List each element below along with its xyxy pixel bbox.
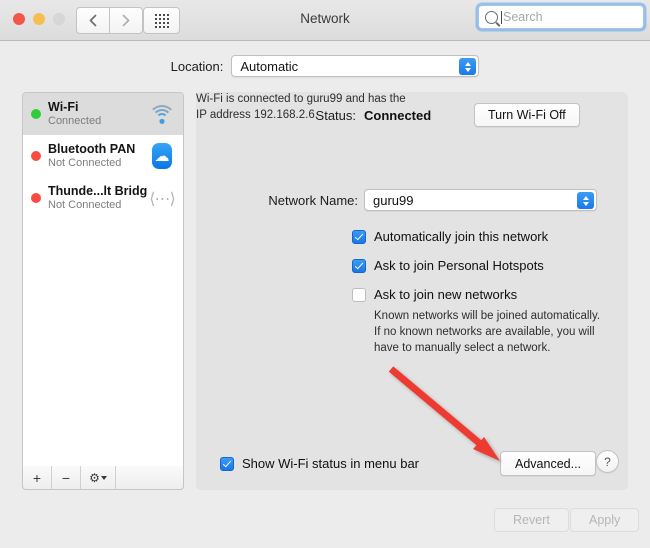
apply-button-label: Apply: [589, 513, 621, 527]
network-services-toolbar: + − ⚙: [22, 466, 184, 490]
revert-button-label: Revert: [513, 513, 550, 527]
status-value: Connected: [364, 108, 432, 123]
service-icon-slot: [147, 104, 177, 124]
checkbox-label: Show Wi-Fi status in menu bar: [242, 456, 420, 471]
network-services-list[interactable]: Wi-Fi Connected Bluetooth PAN Not Connec…: [22, 92, 184, 490]
toolbar-filler: [116, 466, 183, 489]
service-text: Thunde...lt Bridge Not Connected: [48, 184, 147, 212]
chevron-down-icon: [100, 475, 107, 480]
service-name: Wi-Fi: [48, 100, 79, 115]
checkbox-box-unchecked: [352, 288, 366, 302]
sidebar-item-wifi[interactable]: Wi-Fi Connected: [23, 93, 183, 135]
checkbox-label: Automatically join this network: [374, 229, 549, 244]
network-preferences-window: Network Search Location: Automatic Wi-Fi…: [0, 0, 650, 548]
advanced-button-label: Advanced...: [515, 456, 582, 471]
wifi-settings-panel: Status: Connected Wi-Fi is connected to …: [196, 92, 628, 490]
advanced-button[interactable]: Advanced...: [500, 451, 597, 476]
checkbox-ask-join-new-networks[interactable]: Ask to join new networks: [352, 287, 517, 303]
location-label: Location:: [170, 58, 224, 74]
service-icon-slot: ☁: [147, 143, 177, 169]
service-text: Wi-Fi Connected: [48, 100, 147, 128]
service-name: Bluetooth PAN: [48, 142, 136, 157]
thunderbolt-bridge-icon: ⟨⋯⟩: [149, 188, 175, 208]
turn-wifi-off-label: Turn Wi-Fi Off: [488, 108, 566, 122]
checkbox-auto-join-network[interactable]: Automatically join this network: [352, 229, 548, 245]
checkbox-label: Ask to join Personal Hotspots: [374, 258, 544, 273]
service-name: Thunde...lt Bridge: [48, 184, 147, 199]
checkbox-ask-join-personal-hotspots[interactable]: Ask to join Personal Hotspots: [352, 258, 544, 274]
checkbox-box-checked: [220, 457, 234, 471]
window-titlebar: Network Search: [0, 0, 650, 41]
network-name-value: guru99: [373, 192, 414, 208]
status-label: Status:: [315, 108, 356, 123]
location-dropdown[interactable]: Automatic: [231, 55, 480, 77]
text-cursor: [501, 10, 502, 24]
service-actions-button[interactable]: ⚙: [81, 466, 116, 489]
status-dot-disconnected: [31, 193, 41, 203]
add-service-button[interactable]: +: [23, 466, 52, 489]
minus-icon: −: [61, 469, 71, 486]
location-row: Location: Automatic: [0, 55, 650, 77]
network-name-label: Network Name:: [268, 193, 358, 208]
checkbox-show-wifi-status-menubar[interactable]: Show Wi-Fi status in menu bar: [220, 456, 419, 472]
service-status: Not Connected: [48, 198, 122, 211]
search-icon: [485, 10, 498, 24]
sidebar-item-bluetooth-pan[interactable]: Bluetooth PAN Not Connected ☁: [23, 135, 183, 177]
remove-service-button[interactable]: −: [52, 466, 81, 489]
service-status: Connected: [48, 114, 102, 127]
network-name-dropdown[interactable]: guru99: [364, 189, 597, 211]
search-field[interactable]: Search: [478, 5, 644, 29]
turn-wifi-off-button[interactable]: Turn Wi-Fi Off: [474, 103, 580, 127]
chevron-updown-icon: [577, 192, 594, 209]
status-dot-disconnected: [31, 151, 41, 161]
checkbox-box-checked: [352, 259, 366, 273]
revert-button[interactable]: Revert: [494, 508, 569, 532]
bluetooth-icon: ☁: [152, 143, 172, 169]
chevron-updown-icon: [459, 58, 477, 75]
sidebar-item-thunderbolt-bridge[interactable]: Thunde...lt Bridge Not Connected ⟨⋯⟩: [23, 177, 183, 219]
help-button[interactable]: ?: [596, 450, 619, 473]
service-text: Bluetooth PAN Not Connected: [48, 142, 147, 170]
checkbox-box-checked: [352, 230, 366, 244]
search-placeholder: Search: [503, 10, 543, 24]
plus-icon: +: [32, 469, 42, 486]
checkbox-label: Ask to join new networks: [374, 287, 518, 302]
apply-button[interactable]: Apply: [570, 508, 640, 532]
status-dot-connected: [31, 109, 41, 119]
join-networks-hint: Known networks will be joined automatica…: [374, 310, 601, 354]
gear-icon: ⚙: [89, 470, 100, 485]
service-icon-slot: ⟨⋯⟩: [147, 188, 177, 208]
location-selected-value: Automatic: [240, 58, 299, 74]
wifi-icon: [148, 104, 176, 124]
question-mark-icon: ?: [604, 454, 611, 469]
service-status: Not Connected: [48, 156, 122, 169]
